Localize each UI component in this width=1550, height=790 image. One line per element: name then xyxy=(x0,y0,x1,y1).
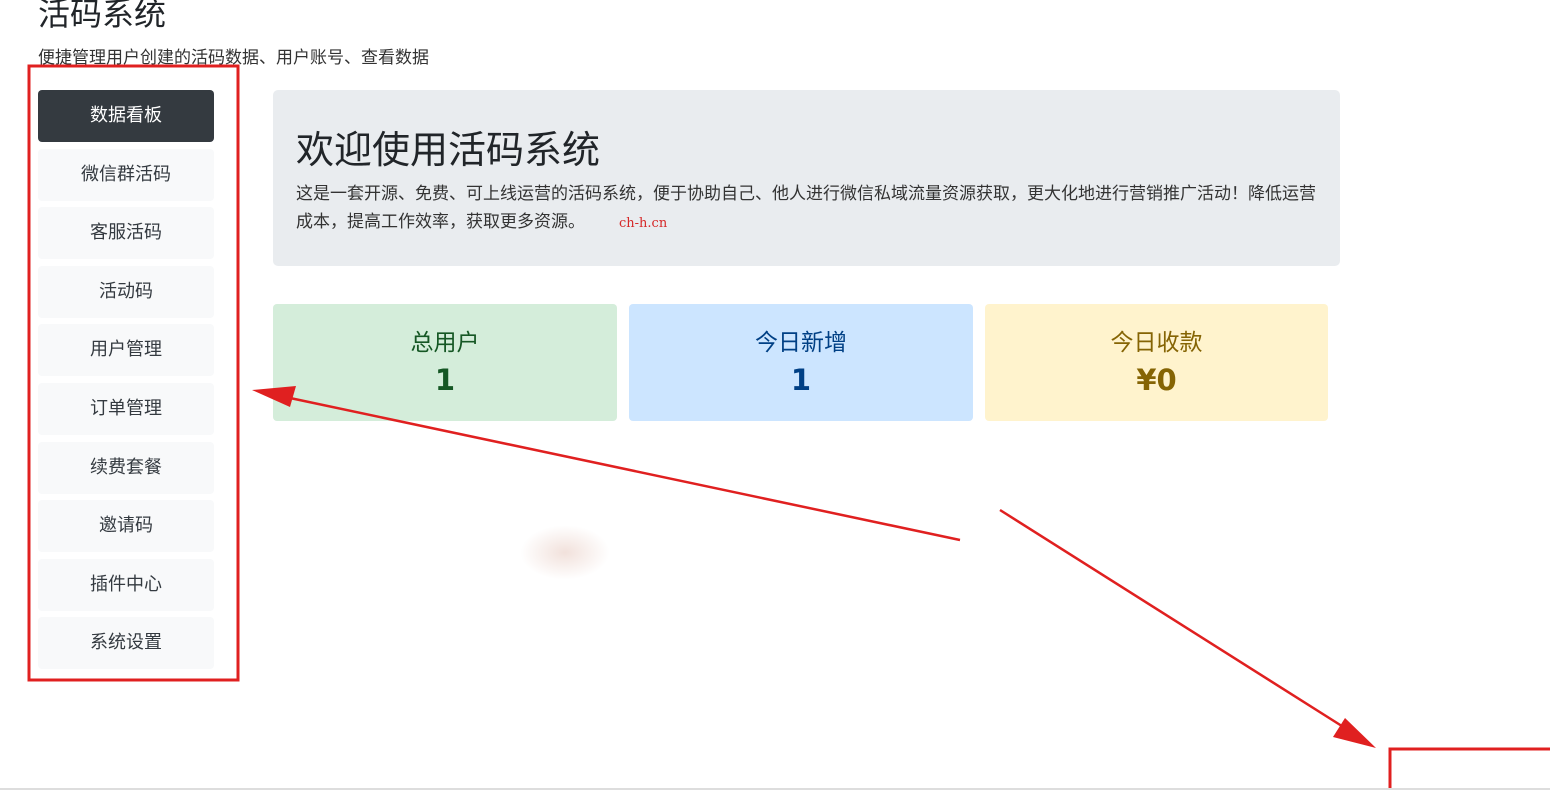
welcome-description: 这是一套开源、免费、可上线运营的活码系统，便于协助自己、他人进行微信私域流量资源… xyxy=(296,180,1316,238)
sidebar-item-customer-service-code[interactable]: 客服活码 xyxy=(38,207,214,260)
page-title: 活码系统 xyxy=(38,0,167,33)
welcome-description-text: 这是一套开源、免费、可上线运营的活码系统，便于协助自己、他人进行微信私域流量资源… xyxy=(296,184,1316,232)
watermark-text: ch-h.cn xyxy=(619,216,668,231)
sidebar-item-wechat-group-code[interactable]: 微信群活码 xyxy=(38,148,214,201)
annotation-corner-box xyxy=(1388,747,1550,790)
stat-card-revenue-today: 今日收款 ¥0 xyxy=(985,304,1328,421)
stat-card-total-users: 总用户 1 xyxy=(273,304,617,421)
stat-value-total-users: 1 xyxy=(434,363,456,397)
welcome-title: 欢迎使用活码系统 xyxy=(296,128,601,172)
stat-label-total-users: 总用户 xyxy=(410,330,480,356)
stat-value-revenue-today: ¥0 xyxy=(1136,363,1177,397)
welcome-banner: 欢迎使用活码系统 这是一套开源、免费、可上线运营的活码系统，便于协助自己、他人进… xyxy=(273,90,1340,266)
page-subtitle: 便捷管理用户创建的活码数据、用户账号、查看数据 xyxy=(38,48,429,68)
stat-label-revenue-today: 今日收款 xyxy=(1110,330,1203,356)
sidebar-item-system-settings[interactable]: 系统设置 xyxy=(38,617,214,670)
sidebar-item-renewal-plans[interactable]: 续费套餐 xyxy=(38,441,214,494)
sidebar-nav: 数据看板 微信群活码 客服活码 活动码 用户管理 订单管理 续费套餐 邀请码 插… xyxy=(38,90,214,676)
stat-label-new-today: 今日新增 xyxy=(755,330,847,356)
sidebar-item-user-management[interactable]: 用户管理 xyxy=(38,324,214,377)
stat-value-new-today: 1 xyxy=(790,363,812,397)
stat-card-new-today: 今日新增 1 xyxy=(629,304,973,421)
annotation-arrow-right-line xyxy=(999,508,1346,730)
sidebar-item-activity-code[interactable]: 活动码 xyxy=(38,265,214,318)
sidebar-item-order-management[interactable]: 订单管理 xyxy=(38,382,214,435)
sidebar-item-plugin-center[interactable]: 插件中心 xyxy=(38,558,214,611)
background-smudge xyxy=(520,525,610,580)
sidebar-item-invite-code[interactable]: 邀请码 xyxy=(38,500,214,553)
annotation-arrow-right-head xyxy=(1333,718,1376,748)
sidebar-item-dashboard[interactable]: 数据看板 xyxy=(38,90,214,142)
